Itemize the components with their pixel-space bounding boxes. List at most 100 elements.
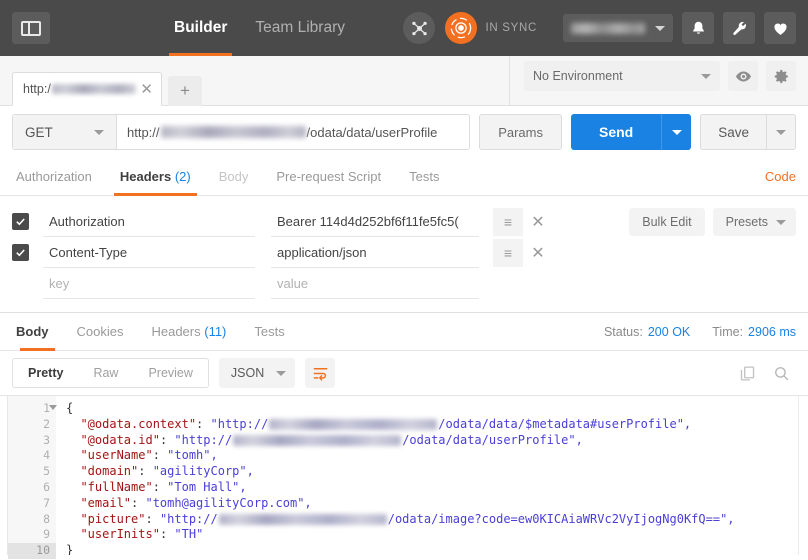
user-menu[interactable] — [563, 14, 673, 42]
header-row-checkbox[interactable] — [12, 213, 29, 230]
bell-icon[interactable] — [682, 12, 714, 44]
tab-team-library[interactable]: Team Library — [241, 0, 359, 56]
send-button[interactable]: Send — [570, 114, 662, 150]
request-tab-headers[interactable]: Headers (2) — [106, 158, 205, 196]
list-menu-icon[interactable]: ≡ — [493, 207, 523, 236]
blurred-host — [233, 434, 402, 446]
response-body-actions — [728, 358, 796, 388]
delete-icon[interactable]: ✕ — [523, 238, 553, 267]
time-label: Time: — [712, 324, 744, 339]
chevron-down-icon — [776, 219, 786, 225]
app-header: Builder Team Library IN SYNC — [0, 0, 808, 56]
format-selector[interactable]: JSON — [218, 358, 296, 388]
sync-orbit-icon[interactable] — [445, 12, 478, 44]
blurred-host — [269, 418, 438, 430]
view-mode-raw[interactable]: Raw — [78, 359, 133, 387]
header-row-actions: ≡ ✕ — [493, 238, 553, 267]
request-section-tabs: Authorization Headers (2) Body Pre-reque… — [0, 158, 808, 196]
user-name-blurred — [571, 22, 645, 34]
sidebar-toggle-button[interactable] — [12, 12, 50, 44]
main-tabs: Builder Team Library — [160, 0, 359, 56]
request-tab-pre-request-script[interactable]: Pre-request Script — [262, 158, 395, 196]
url-input[interactable]: http:// /odata/data/userProfile — [117, 115, 469, 149]
header-value-placeholder[interactable]: value — [271, 268, 479, 299]
word-wrap-icon[interactable] — [305, 358, 336, 388]
gear-icon[interactable] — [766, 61, 796, 91]
chevron-down-icon — [94, 129, 104, 135]
code-line: } — [66, 543, 74, 555]
environment-zone: No Environment — [509, 56, 808, 105]
code-link[interactable]: Code — [765, 169, 796, 184]
json-code-content[interactable]: { "@odata.context": "http:///odata/data/… — [56, 396, 808, 555]
code-line: "@odata.id": "http:///odata/data/userPro… — [80, 432, 583, 447]
code-line: "domain": "agilityCorp", — [80, 464, 254, 479]
headers-bulk-actions: Bulk Edit Presets — [629, 206, 796, 299]
status-badge: 200 OK — [647, 324, 691, 339]
table-row: key value — [12, 268, 607, 299]
header-key[interactable]: Authorization — [43, 206, 255, 237]
line-number: 7 — [43, 495, 50, 510]
line-number: 5 — [43, 464, 50, 479]
chevron-down-icon — [655, 25, 665, 31]
request-tab-url-prefix: http:/ — [23, 82, 51, 96]
list-menu-icon[interactable]: ≡ — [493, 238, 523, 267]
response-tab-cookies[interactable]: Cookies — [63, 313, 138, 351]
chevron-down-icon — [701, 73, 711, 79]
url-prefix: http:// — [127, 124, 160, 140]
tab-builder[interactable]: Builder — [160, 0, 241, 56]
eye-icon[interactable] — [728, 61, 758, 91]
headers-editor: Authorization Bearer 114d4d252bf6f11fe5f… — [0, 196, 808, 299]
code-line: "userName": "tomh", — [80, 448, 218, 463]
send-options-button[interactable] — [661, 114, 692, 150]
presets-button[interactable]: Presets — [712, 208, 796, 236]
network-nodes-icon[interactable] — [403, 12, 436, 44]
wrench-icon[interactable] — [723, 12, 755, 44]
code-line: { — [66, 401, 74, 415]
search-icon[interactable] — [766, 358, 796, 388]
request-tab-authorization[interactable]: Authorization — [12, 158, 106, 196]
close-icon[interactable]: ✕ — [140, 82, 153, 97]
request-tab-headers-label: Headers — [119, 168, 172, 184]
copy-icon[interactable] — [732, 358, 762, 388]
editor-left-margin — [0, 396, 8, 555]
response-tab-tests[interactable]: Tests — [240, 313, 298, 351]
code-line: "userInits": "TH" — [80, 527, 204, 542]
header-actions: IN SYNC — [403, 12, 808, 44]
header-key[interactable]: Content-Type — [43, 237, 255, 268]
time-value: 2906 ms — [748, 324, 796, 339]
delete-icon[interactable]: ✕ — [523, 207, 553, 236]
header-value[interactable]: Bearer 114d4d252bf6f11fe5fc5( — [271, 206, 479, 237]
new-tab-button[interactable]: + — [168, 76, 202, 106]
line-number: 2 — [43, 416, 50, 431]
params-button[interactable]: Params — [479, 114, 562, 150]
line-number: 9 — [43, 527, 50, 542]
save-button[interactable]: Save — [700, 114, 766, 150]
response-tab-body[interactable]: Body — [12, 313, 63, 351]
request-tab-body[interactable]: Body — [205, 158, 263, 196]
url-bar: GET http:// /odata/data/userProfile Para… — [0, 106, 808, 158]
method-selector[interactable]: GET — [13, 115, 117, 149]
header-value[interactable]: application/json — [271, 237, 479, 268]
headers-table: Authorization Bearer 114d4d252bf6f11fe5f… — [12, 206, 607, 299]
request-tab-tests[interactable]: Tests — [395, 158, 453, 196]
line-number: 10 — [8, 543, 56, 559]
vertical-scrollbar[interactable] — [798, 396, 808, 555]
bulk-edit-button[interactable]: Bulk Edit — [629, 208, 705, 236]
view-mode-preview[interactable]: Preview — [133, 359, 207, 387]
environment-selected-label: No Environment — [533, 69, 623, 83]
request-tab[interactable]: http:/ ✕ — [12, 72, 162, 106]
code-line: "email": "tomh@agilityCorp.com", — [80, 495, 312, 510]
heart-icon[interactable] — [764, 12, 796, 44]
header-row-checkbox[interactable] — [12, 244, 29, 261]
header-row-actions: ≡ ✕ — [493, 207, 553, 236]
sync-status-label: IN SYNC — [485, 22, 537, 34]
format-label: JSON — [230, 366, 265, 380]
save-options-button[interactable] — [766, 114, 796, 150]
environment-selector[interactable]: No Environment — [524, 61, 720, 91]
response-tab-headers[interactable]: Headers (11) — [137, 313, 240, 351]
chevron-down-icon — [276, 370, 287, 376]
view-mode-pretty[interactable]: Pretty — [13, 359, 79, 387]
header-key-placeholder[interactable]: key — [43, 268, 255, 299]
line-number: 3 — [43, 432, 50, 447]
code-line: "@odata.context": "http:///odata/data/$m… — [80, 416, 692, 431]
